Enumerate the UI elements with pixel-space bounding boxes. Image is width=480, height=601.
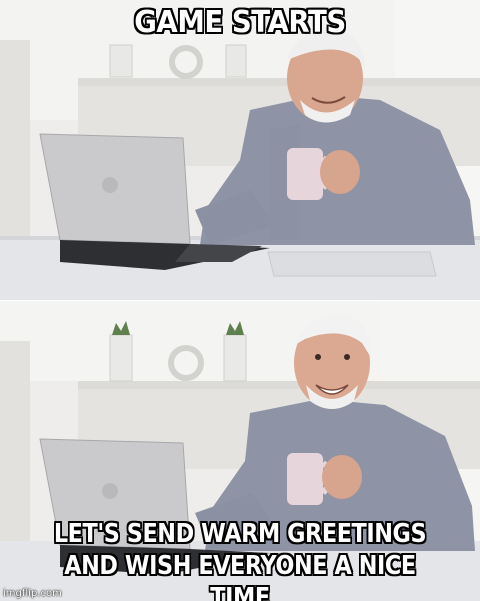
imgflip-watermark: imgflip.com (3, 588, 62, 599)
bottom-caption-line-1: LET'S SEND WARM GREETINGS (53, 519, 427, 549)
top-caption-text: GAME STARTS (134, 5, 346, 40)
top-caption: GAME STARTS (19, 6, 461, 40)
bottom-caption-line-2: AND WISH EVERYONE A NICE TIME (64, 551, 416, 601)
meme-image: GAME STARTS LET'S SEND WARM GREETINGS AN… (0, 0, 480, 601)
top-scene (0, 0, 480, 300)
bottom-caption: LET'S SEND WARM GREETINGS AND WISH EVERY… (34, 518, 447, 601)
top-panel: GAME STARTS (0, 0, 480, 300)
